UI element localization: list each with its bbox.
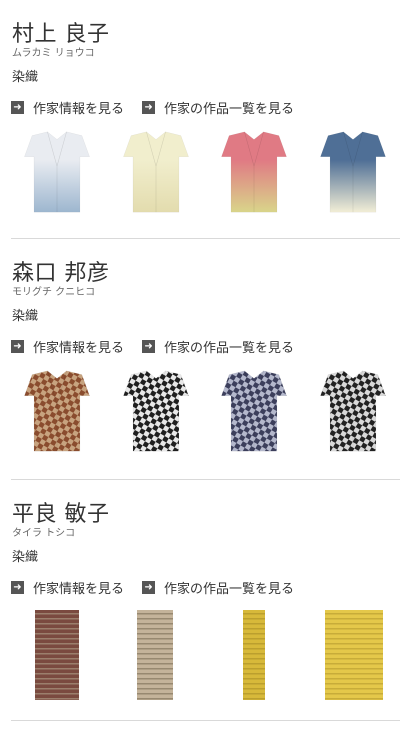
works-gallery bbox=[11, 367, 400, 459]
artist-genre: 染織 bbox=[12, 550, 39, 565]
artist-list: 村上 良子 ムラカミ リョウコ 染織 ➜ 作家情報を見る ➜ 作家の作品一覧を見… bbox=[0, 0, 411, 721]
kimono-image[interactable] bbox=[317, 367, 389, 455]
artist-card: 村上 良子 ムラカミ リョウコ 染織 ➜ 作家情報を見る ➜ 作家の作品一覧を見… bbox=[11, 0, 400, 239]
artist-works-label: 作家の作品一覧を見る bbox=[164, 102, 295, 117]
kimono-image[interactable] bbox=[218, 367, 290, 455]
artist-info-link[interactable]: ➜ 作家情報を見る bbox=[11, 98, 124, 117]
artist-kana: タイラ トシコ bbox=[12, 528, 76, 539]
artist-links: ➜ 作家情報を見る ➜ 作家の作品一覧を見る bbox=[11, 578, 312, 597]
artist-card: 平良 敏子 タイラ トシコ 染織 ➜ 作家情報を見る ➜ 作家の作品一覧を見る bbox=[11, 480, 400, 721]
artist-info-label: 作家情報を見る bbox=[33, 341, 125, 356]
arrow-right-icon: ➜ bbox=[11, 340, 24, 353]
artist-links: ➜ 作家情報を見る ➜ 作家の作品一覧を見る bbox=[11, 98, 312, 117]
kimono-image[interactable] bbox=[120, 367, 192, 455]
textile-bolt-image[interactable] bbox=[243, 610, 265, 700]
artist-card: 森口 邦彦 モリグチ クニヒコ 染織 ➜ 作家情報を見る ➜ 作家の作品一覧を見… bbox=[11, 239, 400, 480]
artist-kana: モリグチ クニヒコ bbox=[12, 287, 96, 298]
artist-info-label: 作家情報を見る bbox=[33, 102, 125, 117]
kimono-image[interactable] bbox=[21, 128, 93, 216]
artist-works-link[interactable]: ➜ 作家の作品一覧を見る bbox=[142, 578, 294, 597]
works-gallery bbox=[11, 128, 400, 220]
artist-works-label: 作家の作品一覧を見る bbox=[164, 582, 295, 597]
artist-genre: 染織 bbox=[12, 309, 39, 324]
arrow-right-icon: ➜ bbox=[142, 340, 156, 353]
artist-works-link[interactable]: ➜ 作家の作品一覧を見る bbox=[142, 98, 294, 117]
arrow-right-icon: ➜ bbox=[142, 581, 156, 594]
artist-info-link[interactable]: ➜ 作家情報を見る bbox=[11, 337, 124, 356]
kimono-image[interactable] bbox=[218, 128, 290, 216]
arrow-right-icon: ➜ bbox=[11, 101, 24, 114]
artist-links: ➜ 作家情報を見る ➜ 作家の作品一覧を見る bbox=[11, 337, 312, 356]
textile-bolt-image[interactable] bbox=[137, 610, 173, 700]
artist-info-link[interactable]: ➜ 作家情報を見る bbox=[11, 578, 124, 597]
kimono-image[interactable] bbox=[21, 367, 93, 455]
artist-works-label: 作家の作品一覧を見る bbox=[164, 341, 295, 356]
kimono-image[interactable] bbox=[317, 128, 389, 216]
kimono-image[interactable] bbox=[120, 128, 192, 216]
arrow-right-icon: ➜ bbox=[142, 101, 156, 114]
artist-info-label: 作家情報を見る bbox=[33, 582, 125, 597]
textile-bolt-image[interactable] bbox=[325, 610, 383, 700]
artist-genre: 染織 bbox=[12, 70, 39, 85]
textile-bolt-image[interactable] bbox=[35, 610, 79, 700]
artist-kana: ムラカミ リョウコ bbox=[12, 48, 95, 59]
artist-works-link[interactable]: ➜ 作家の作品一覧を見る bbox=[142, 337, 294, 356]
arrow-right-icon: ➜ bbox=[11, 581, 24, 594]
works-gallery bbox=[11, 608, 400, 700]
